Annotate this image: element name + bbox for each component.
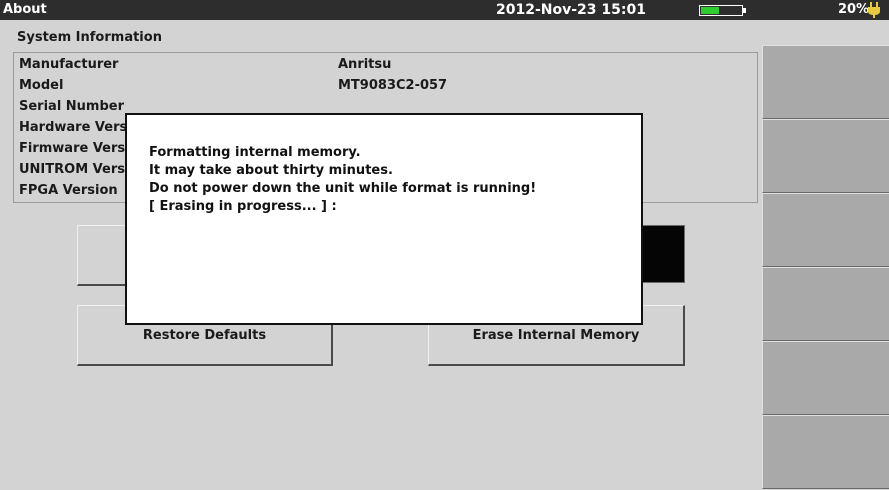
battery-tip (743, 8, 746, 13)
softkey-1[interactable] (762, 45, 889, 119)
datetime-display: 2012-Nov-23 15:01 (496, 2, 646, 18)
softkey-5[interactable] (762, 341, 889, 415)
manufacturer-label: Manufacturer (19, 57, 119, 72)
dialog-line-2: It may take about thirty minutes. (149, 163, 393, 178)
model-label: Model (19, 78, 64, 93)
unitrom-version-label: UNITROM Vers (19, 162, 125, 177)
restore-defaults-label: Restore Defaults (142, 328, 267, 343)
format-progress-dialog: Formatting internal memory. It may take … (125, 113, 643, 325)
system-information-heading: System Information (17, 30, 162, 45)
serial-number-label: Serial Number (19, 99, 125, 114)
dialog-line-3: Do not power down the unit while format … (149, 181, 537, 196)
fpga-version-label: FPGA Version (19, 183, 118, 198)
battery-percent: 20% (838, 2, 870, 17)
battery-level-fill (701, 7, 719, 14)
firmware-version-label: Firmware Versi (19, 141, 130, 156)
softkey-6[interactable] (762, 415, 889, 489)
softkey-3[interactable] (762, 193, 889, 267)
plug-icon (868, 2, 880, 18)
title-bar: About 2012-Nov-23 15:01 20% (0, 0, 889, 20)
softkey-2[interactable] (762, 119, 889, 193)
hardware-version-label: Hardware Vers (19, 120, 128, 135)
screen-title: About (3, 2, 47, 17)
erase-internal-memory-label: Erase Internal Memory (472, 328, 640, 343)
model-value: MT9083C2-057 (338, 78, 448, 93)
dialog-line-1: Formatting internal memory. (149, 145, 361, 160)
dialog-line-4: [ Erasing in progress... ] : (149, 199, 337, 214)
softkey-4[interactable] (762, 267, 889, 341)
manufacturer-value: Anritsu (338, 57, 392, 72)
battery-icon (699, 5, 746, 16)
softkey-sidebar (762, 45, 889, 490)
